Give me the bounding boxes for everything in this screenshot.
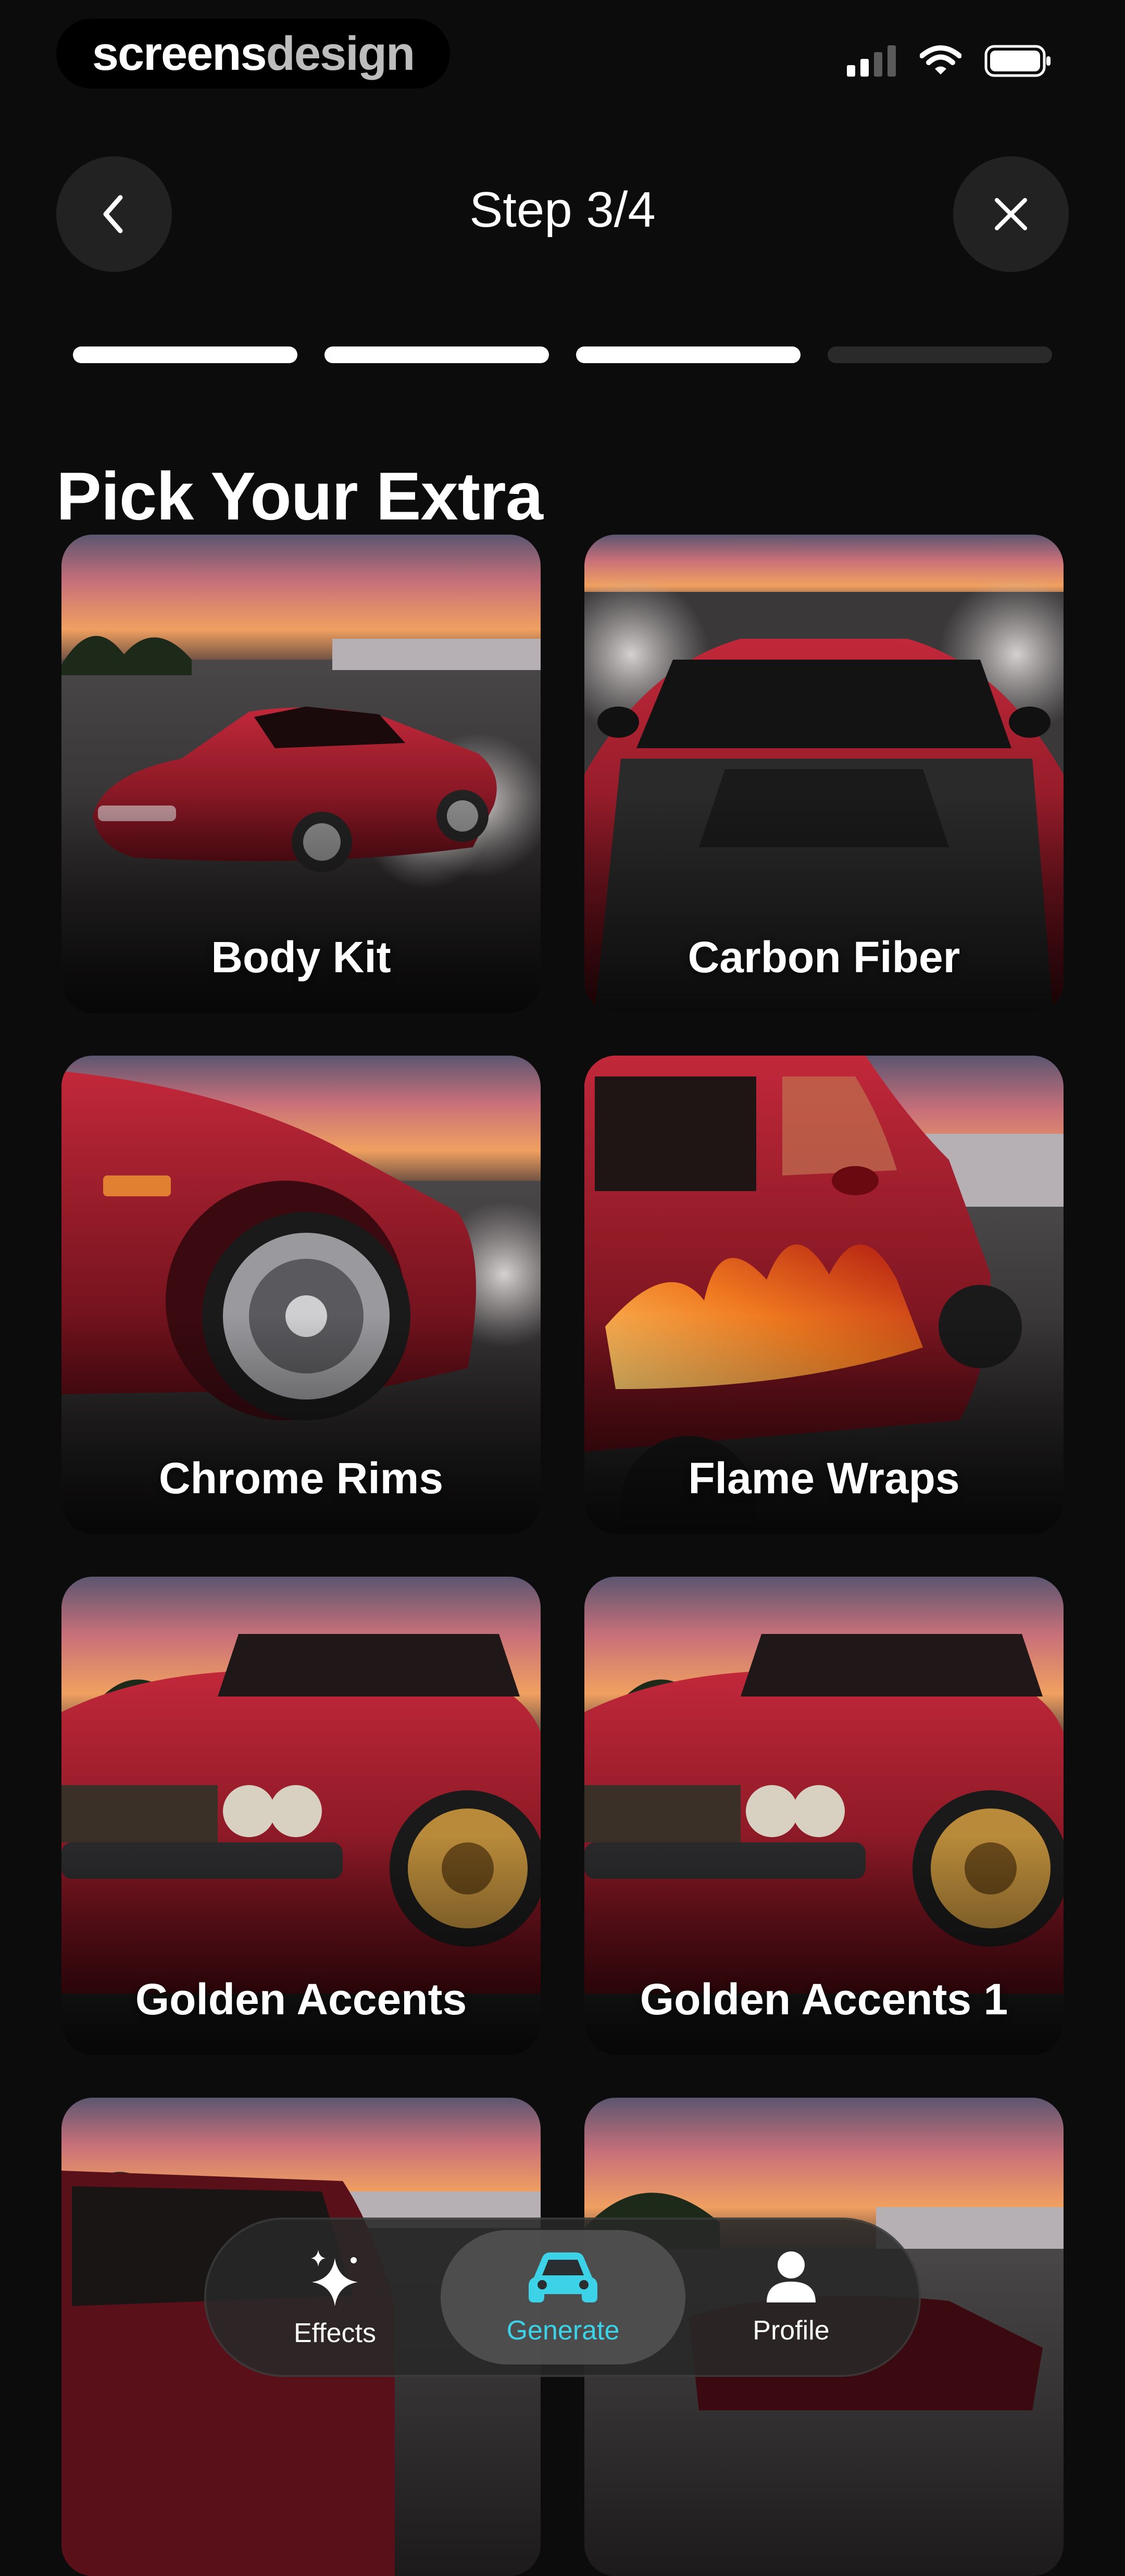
tab-profile[interactable]: Profile: [669, 2230, 914, 2364]
tab-label: Generate: [506, 2315, 620, 2346]
page-heading: Pick Your Extra: [56, 458, 543, 535]
option-label: Carbon Fiber: [688, 933, 960, 982]
progress-segment: [576, 346, 801, 363]
option-card-body-kit[interactable]: Body Kit: [61, 535, 541, 1013]
tab-effects[interactable]: Effects: [213, 2230, 457, 2364]
car-icon: [529, 2252, 597, 2302]
tab-bar: Effects Generate Profile: [204, 2218, 921, 2377]
tab-generate[interactable]: Generate: [441, 2230, 685, 2364]
signal-icon: [847, 45, 896, 77]
step-progress: [73, 346, 1052, 363]
brand-part-2: design: [266, 27, 415, 80]
option-card-golden-accents-1[interactable]: Golden Accents 1: [584, 1577, 1064, 2055]
wifi-icon: [920, 45, 961, 75]
progress-segment: [828, 346, 1052, 363]
sparkles-icon: [311, 2250, 358, 2306]
person-icon: [767, 2251, 816, 2302]
brand-logo: screens design: [56, 19, 450, 89]
option-card-carbon-fiber[interactable]: Carbon Fiber: [584, 535, 1064, 1013]
option-card-golden-accents[interactable]: Golden Accents: [61, 1577, 541, 2055]
tab-label: Effects: [293, 2318, 376, 2348]
option-label: Golden Accents 1: [640, 1975, 1008, 2024]
option-card-flame-wraps[interactable]: Flame Wraps: [584, 1056, 1064, 1534]
status-bar: [847, 45, 1052, 77]
progress-segment: [73, 346, 297, 363]
battery-icon: [984, 45, 1051, 77]
option-card-chrome-rims[interactable]: Chrome Rims: [61, 1056, 541, 1534]
option-label: Golden Accents: [135, 1975, 467, 2024]
option-label: Chrome Rims: [158, 1454, 444, 1503]
close-icon: [995, 198, 1027, 230]
tab-label: Profile: [753, 2315, 830, 2346]
option-label: Body Kit: [211, 933, 391, 982]
brand-part-1: screens: [92, 27, 267, 80]
close-button[interactable]: [953, 156, 1069, 272]
option-label: Flame Wraps: [688, 1454, 960, 1503]
progress-segment: [324, 346, 549, 363]
